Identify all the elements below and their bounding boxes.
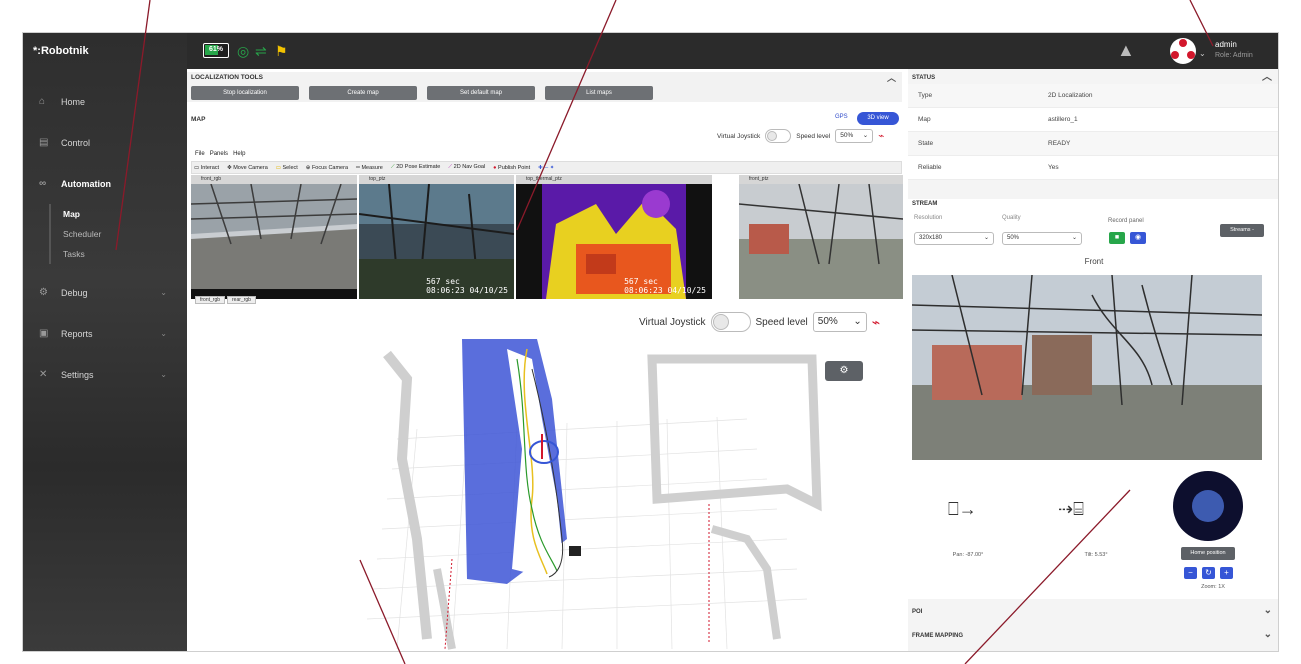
- annotation-lines: [115, 0, 1214, 664]
- figure-frame: *:Robotnik ⌂ Home ▤ Control ∞ Automation Ma…: [0, 0, 1301, 664]
